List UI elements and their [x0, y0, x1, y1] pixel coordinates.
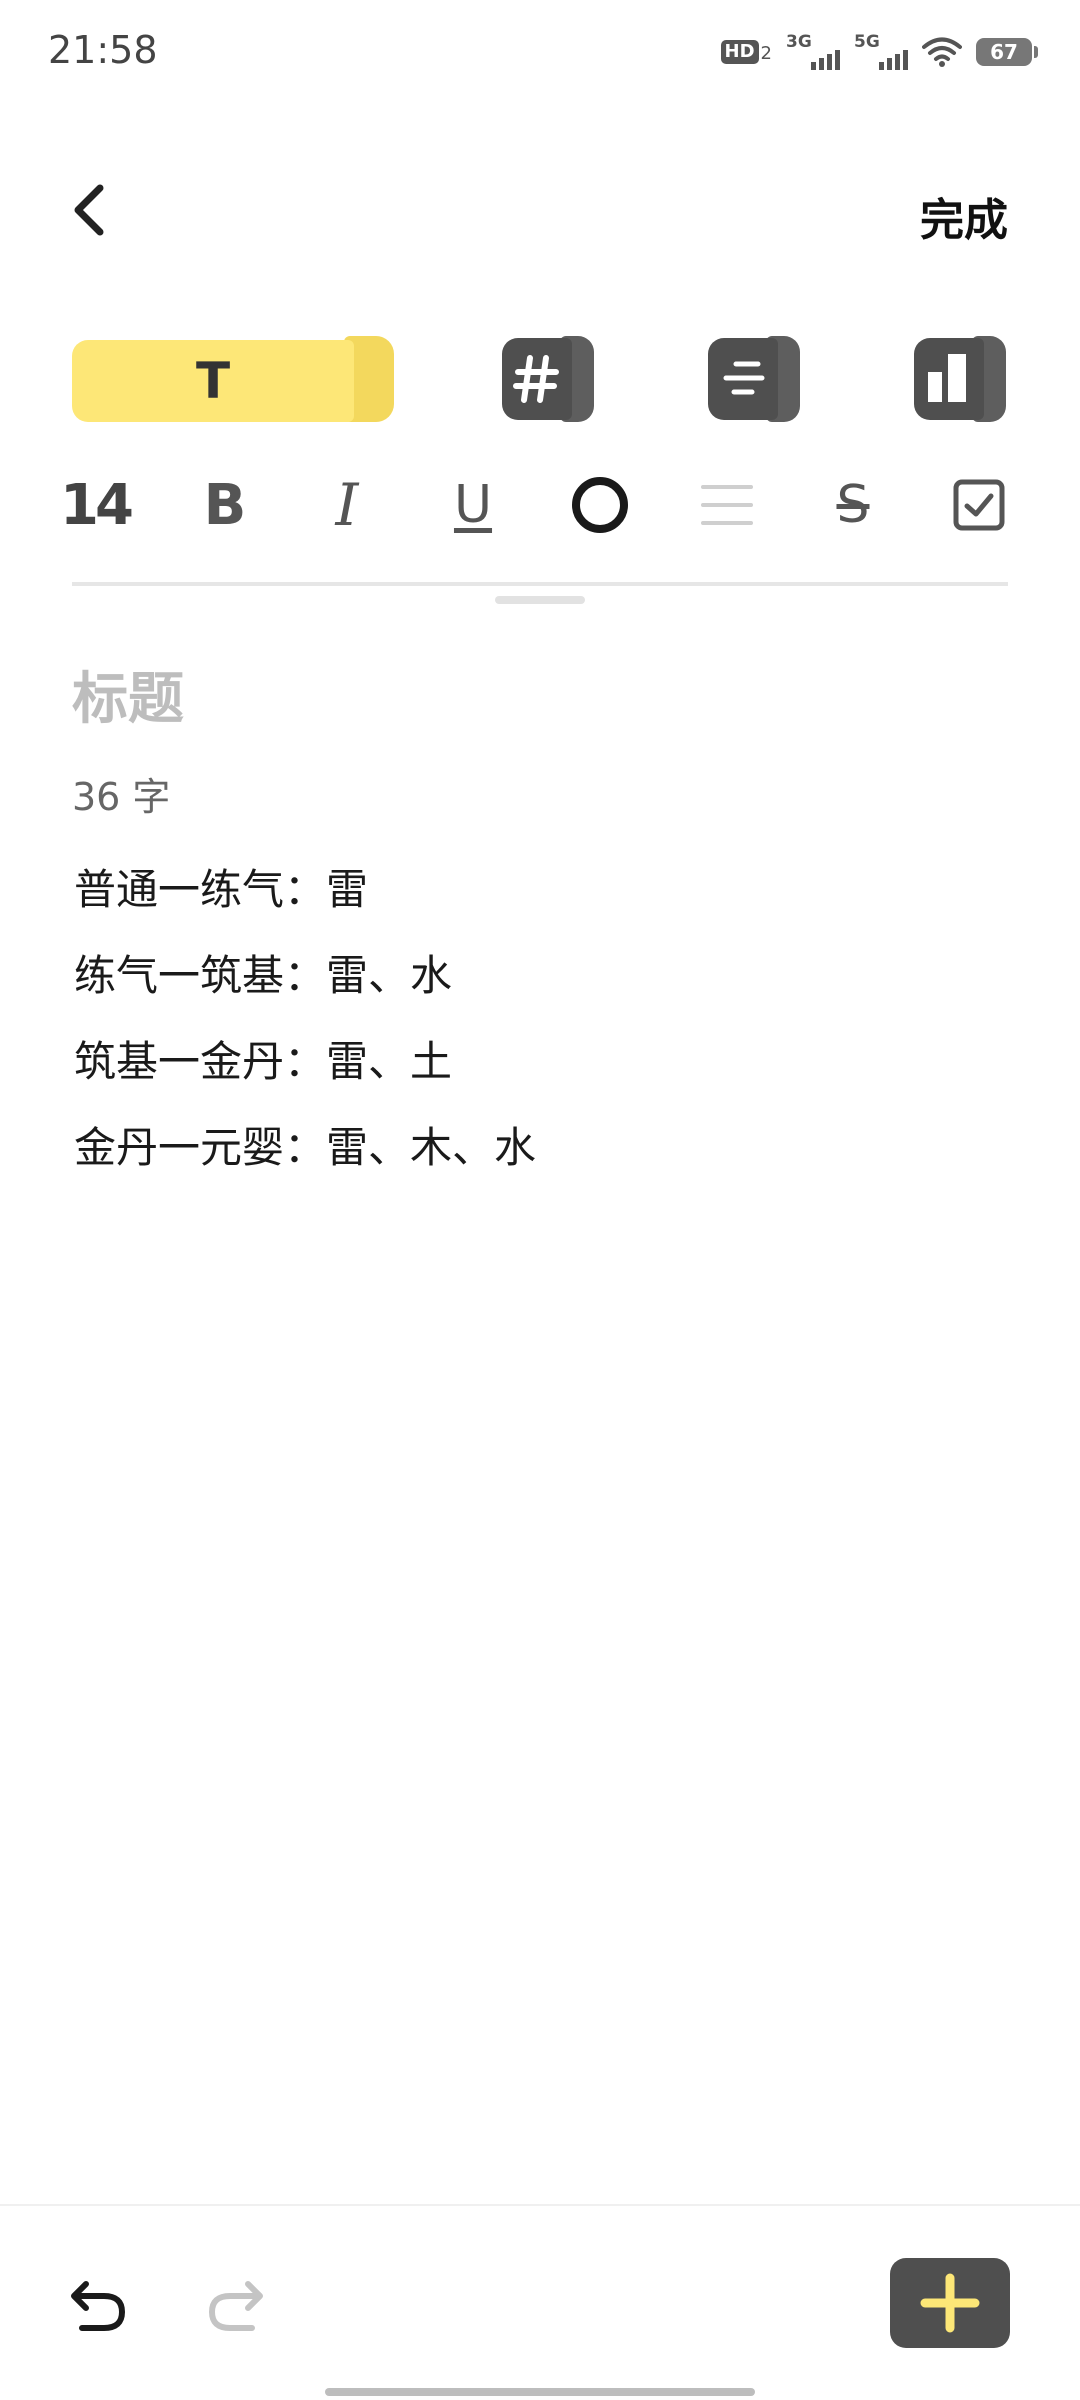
checkbox-icon — [953, 479, 1005, 531]
note-line[interactable]: 筑基一金丹：雷、土 — [74, 1028, 452, 1089]
hash-icon — [513, 355, 559, 403]
align-button[interactable] — [692, 470, 762, 540]
note-line[interactable]: 普通一练气：雷 — [74, 856, 368, 917]
text-style-glyph: T — [195, 352, 231, 410]
bottom-divider — [0, 2204, 1080, 2206]
back-button[interactable] — [62, 180, 122, 240]
signal-3g-icon: 3G — [786, 32, 840, 72]
toolbar-divider — [72, 582, 1008, 586]
chevron-left-icon — [74, 184, 104, 236]
layout-style-tile[interactable] — [914, 336, 1006, 428]
add-button[interactable] — [890, 2258, 1010, 2348]
hd-voice-icon: HD 2 — [720, 40, 772, 64]
circle-icon — [572, 477, 628, 533]
drag-handle[interactable] — [495, 596, 585, 604]
text-style-tile[interactable]: T — [72, 336, 394, 428]
font-size-button[interactable]: 14 — [60, 470, 134, 540]
battery-icon: 67 — [976, 38, 1038, 66]
underline-button[interactable]: U — [438, 470, 508, 540]
undo-icon — [71, 2281, 126, 2331]
word-count: 36 字 — [72, 775, 171, 819]
note-line[interactable]: 金丹一元婴：雷、木、水 — [74, 1114, 536, 1175]
wifi-icon — [922, 37, 962, 67]
bold-button[interactable]: B — [190, 470, 260, 540]
status-icons: HD 2 3G 5G 67 — [720, 30, 1038, 74]
lines-icon — [723, 361, 765, 395]
text-color-button[interactable] — [565, 470, 635, 540]
undo-button[interactable] — [66, 2270, 130, 2334]
strikethrough-button[interactable]: S — [818, 470, 888, 540]
checklist-button[interactable] — [944, 470, 1014, 540]
redo-button[interactable] — [204, 2270, 268, 2334]
layout-icon — [928, 354, 966, 402]
done-button[interactable]: 完成 — [920, 184, 1008, 248]
status-bar: 21:58 HD 2 3G 5G 67 — [0, 0, 1080, 105]
status-time: 21:58 — [48, 28, 158, 72]
title-input[interactable]: 标题 — [72, 654, 184, 735]
home-indicator[interactable] — [325, 2388, 755, 2396]
italic-button[interactable]: I — [312, 470, 382, 540]
signal-5g-icon: 5G — [854, 32, 908, 72]
plus-icon — [920, 2273, 980, 2333]
note-editor-screen: 21:58 HD 2 3G 5G 67 完成 T 14 B I U S 标题 3… — [0, 0, 1080, 2400]
note-line[interactable]: 练气一筑基：雷、水 — [74, 942, 452, 1003]
redo-icon — [208, 2281, 263, 2331]
align-lines-icon — [701, 485, 753, 525]
hash-style-tile[interactable] — [502, 336, 594, 428]
lines-style-tile[interactable] — [708, 336, 800, 428]
